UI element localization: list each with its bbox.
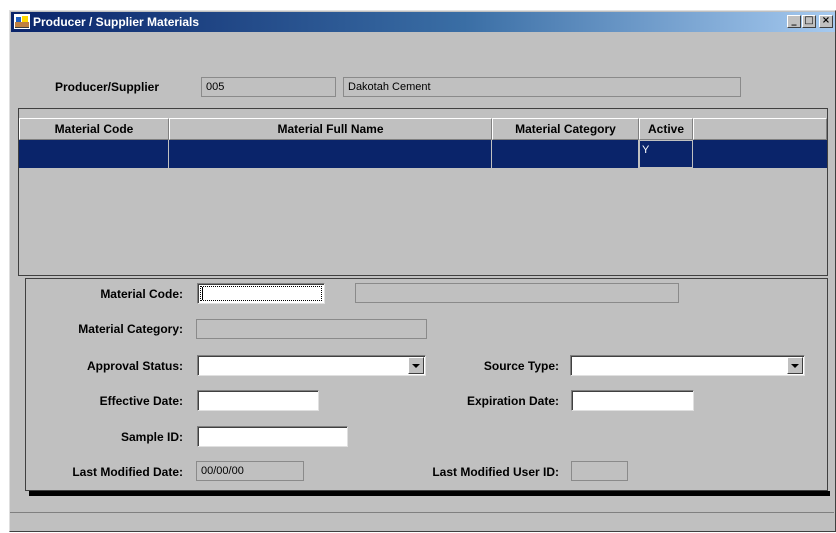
supplier-name-field: Dakotah Cement bbox=[343, 77, 741, 97]
material-category-label: Material Category: bbox=[78, 322, 183, 336]
window-title: Producer / Supplier Materials bbox=[33, 15, 200, 29]
material-code-label: Material Code: bbox=[100, 287, 183, 301]
supplier-code-field: 005 bbox=[201, 77, 336, 97]
chevron-down-icon[interactable] bbox=[787, 357, 803, 374]
last-modified-date-field: 00/00/00 bbox=[196, 461, 304, 481]
column-header-material-code[interactable]: Material Code bbox=[19, 118, 169, 140]
cell-material-code[interactable] bbox=[19, 140, 169, 168]
close-button[interactable]: × bbox=[819, 15, 833, 28]
table-row[interactable]: Y bbox=[19, 140, 827, 168]
supplier-label: Producer/Supplier bbox=[55, 80, 160, 94]
maximize-button[interactable]: □ bbox=[802, 15, 816, 28]
column-header-blank bbox=[693, 118, 827, 140]
material-detail-panel bbox=[25, 278, 828, 491]
minimize-button[interactable]: _ bbox=[787, 15, 801, 28]
title-bar[interactable]: Producer / Supplier Materials _ □ × bbox=[11, 12, 835, 32]
approval-status-label: Approval Status: bbox=[86, 359, 183, 373]
panel-shadow bbox=[29, 491, 830, 496]
status-divider bbox=[10, 512, 834, 513]
material-category-field bbox=[196, 319, 427, 339]
effective-date-input[interactable] bbox=[197, 390, 319, 411]
column-header-active[interactable]: Active bbox=[639, 118, 693, 140]
material-code-input[interactable] bbox=[197, 283, 325, 304]
last-modified-date-label: Last Modified Date: bbox=[72, 465, 183, 479]
effective-date-label: Effective Date: bbox=[99, 394, 183, 408]
column-header-material-full-name[interactable]: Material Full Name bbox=[169, 118, 492, 140]
expiration-date-label: Expiration Date: bbox=[466, 394, 559, 408]
approval-status-dropdown[interactable] bbox=[197, 355, 426, 376]
cell-material-category[interactable] bbox=[492, 140, 639, 168]
material-description-field bbox=[355, 283, 679, 303]
sample-id-input[interactable] bbox=[197, 426, 348, 447]
expiration-date-input[interactable] bbox=[571, 390, 694, 411]
chevron-down-icon[interactable] bbox=[408, 357, 424, 374]
cell-active[interactable]: Y bbox=[639, 140, 693, 168]
cell-material-full-name[interactable] bbox=[169, 140, 492, 168]
column-header-material-category[interactable]: Material Category bbox=[492, 118, 639, 140]
grid-header: Material Code Material Full Name Materia… bbox=[19, 118, 827, 140]
focus-rectangle bbox=[200, 286, 322, 301]
sample-id-label: Sample ID: bbox=[120, 430, 183, 444]
source-type-label: Source Type: bbox=[483, 359, 559, 373]
last-modified-user-field bbox=[571, 461, 628, 481]
source-type-dropdown[interactable] bbox=[570, 355, 805, 376]
text-caret bbox=[202, 287, 203, 300]
app-icon bbox=[14, 14, 30, 29]
last-modified-user-label: Last Modified User ID: bbox=[432, 465, 559, 479]
